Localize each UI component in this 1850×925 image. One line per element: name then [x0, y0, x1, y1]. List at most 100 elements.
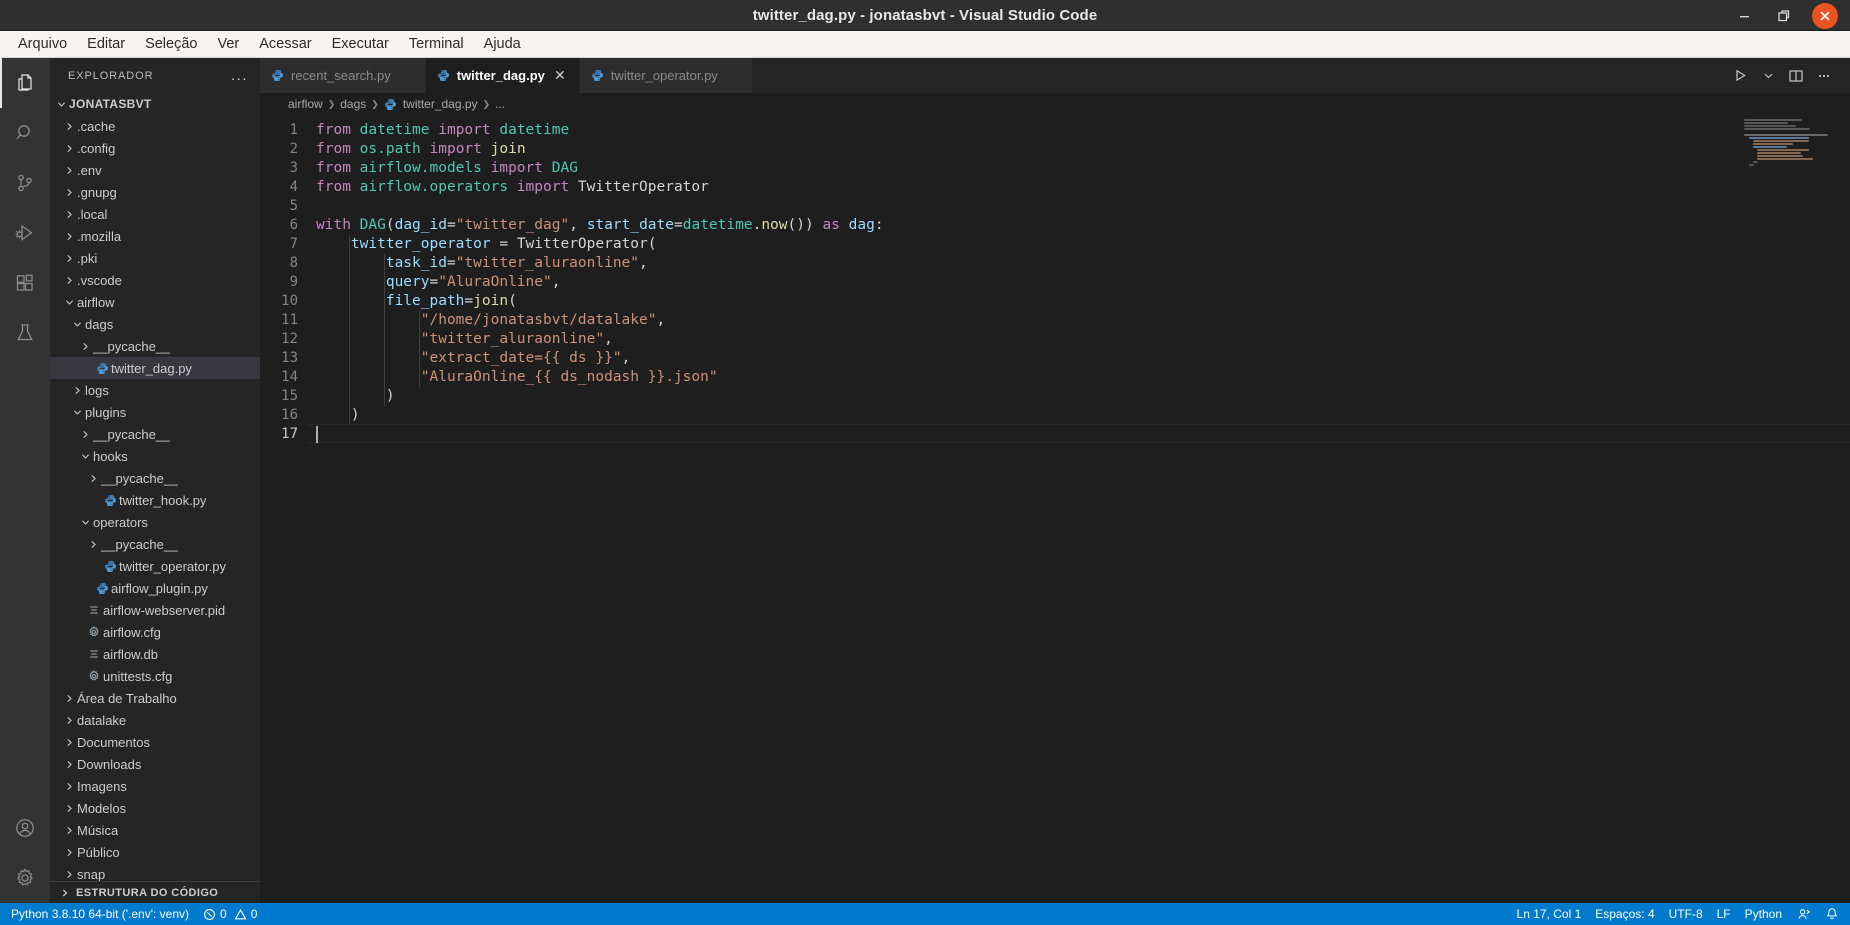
status-end-of-line[interactable]: LF: [1710, 903, 1738, 925]
menu-executar[interactable]: Executar: [322, 33, 399, 55]
close-button[interactable]: [1812, 2, 1838, 29]
tree-row[interactable]: __pycache__: [50, 423, 260, 445]
tree-row[interactable]: datalake: [50, 709, 260, 731]
tree-row[interactable]: .env: [50, 159, 260, 181]
status-notifications-bell-icon[interactable]: [1818, 903, 1846, 925]
tree-row-label: Música: [77, 822, 119, 838]
tree-row[interactable]: __pycache__: [50, 335, 260, 357]
tree-row[interactable]: airflow-webserver.pid: [50, 599, 260, 621]
tree-row[interactable]: twitter_dag.py: [50, 357, 260, 379]
settings-gear-icon[interactable]: [0, 853, 50, 903]
tree-row[interactable]: snap: [50, 863, 260, 881]
editor-tab[interactable]: twitter_operator.py: [579, 58, 753, 93]
minimap[interactable]: [1744, 119, 1836, 179]
menu-ajuda[interactable]: Ajuda: [474, 33, 531, 55]
run-and-debug-icon[interactable]: [0, 208, 50, 258]
tree-row[interactable]: .mozilla: [50, 225, 260, 247]
breadcrumb-item[interactable]: twitter_dag.py: [403, 97, 478, 111]
tree-row[interactable]: .config: [50, 137, 260, 159]
menu-arquivo[interactable]: Arquivo: [8, 33, 77, 55]
code-token: now: [761, 217, 788, 233]
tree-row-label: __pycache__: [93, 426, 171, 442]
tree-row[interactable]: .cache: [50, 115, 260, 137]
tree-row[interactable]: Música: [50, 819, 260, 841]
code-editor[interactable]: 1 2 3 4 5 6 7 8 9 10 11 12 13 14 15 16 17 from datetime …: [260, 115, 1850, 903]
editor-scrollbar[interactable]: [1836, 115, 1850, 903]
tree-row[interactable]: twitter_operator.py: [50, 555, 260, 577]
testing-icon[interactable]: [0, 308, 50, 358]
chevron-right-icon: [78, 429, 93, 440]
line-number: 14: [281, 369, 298, 385]
menu-editar[interactable]: Editar: [77, 33, 135, 55]
tree-row[interactable]: unittests.cfg: [50, 665, 260, 687]
extensions-icon[interactable]: [0, 258, 50, 308]
tree-row-label: .pki: [77, 250, 98, 266]
chevron-down-icon: [78, 517, 93, 528]
outline-panel-header[interactable]: ESTRUTURA DO CÓDIGO: [50, 881, 260, 903]
code-content[interactable]: from datetime import datetime from os.pat…: [308, 115, 1850, 903]
menu-terminal[interactable]: Terminal: [399, 33, 474, 55]
tree-row[interactable]: .vscode: [50, 269, 260, 291]
line-number: 1: [289, 122, 298, 138]
tree-row[interactable]: airflow.db: [50, 643, 260, 665]
status-cursor-position[interactable]: Ln 17, Col 1: [1510, 903, 1589, 925]
tree-row[interactable]: __pycache__: [50, 467, 260, 489]
tree-row[interactable]: hooks: [50, 445, 260, 467]
chevron-right-icon: [70, 385, 85, 396]
editor-tab[interactable]: recent_search.py: [260, 58, 426, 93]
tree-row[interactable]: .pki: [50, 247, 260, 269]
search-icon[interactable]: [0, 108, 50, 158]
chevron-right-icon: [62, 143, 77, 154]
tree-row-label: .env: [77, 162, 102, 178]
breadcrumb-item[interactable]: dags: [340, 97, 366, 111]
tree-row[interactable]: dags: [50, 313, 260, 335]
menu-selecao[interactable]: Seleção: [135, 33, 207, 55]
close-icon[interactable]: ✕: [552, 67, 568, 84]
tree-row[interactable]: Documentos: [50, 731, 260, 753]
breadcrumb-item[interactable]: ...: [495, 97, 505, 111]
tree-row[interactable]: airflow_plugin.py: [50, 577, 260, 599]
run-chevron-down-icon[interactable]: [1754, 58, 1782, 93]
tree-row[interactable]: .gnupg: [50, 181, 260, 203]
menu-acessar[interactable]: Acessar: [249, 33, 321, 55]
source-control-icon[interactable]: [0, 158, 50, 208]
tree-row[interactable]: twitter_hook.py: [50, 489, 260, 511]
status-python-interpreter[interactable]: Python 3.8.10 64-bit ('.env': venv): [4, 903, 196, 925]
menu-ver[interactable]: Ver: [207, 33, 249, 55]
tree-row[interactable]: .local: [50, 203, 260, 225]
code-token: DAG: [359, 217, 386, 233]
tree-row[interactable]: Downloads: [50, 753, 260, 775]
status-feedback-icon[interactable]: [1789, 903, 1818, 925]
tree-root-row[interactable]: JONATASBVT: [50, 93, 260, 115]
chevron-right-icon: [62, 781, 77, 792]
editor-tab[interactable]: twitter_dag.py ✕: [425, 58, 580, 93]
account-icon[interactable]: [0, 803, 50, 853]
minimize-button[interactable]: [1724, 0, 1764, 31]
code-token: datetime: [359, 122, 430, 138]
split-editor-right-icon[interactable]: [1782, 58, 1810, 93]
code-token: import: [438, 122, 491, 138]
tree-row[interactable]: Modelos: [50, 797, 260, 819]
tree-row[interactable]: Área de Trabalho: [50, 687, 260, 709]
tree-row[interactable]: Imagens: [50, 775, 260, 797]
maximize-button[interactable]: [1764, 0, 1804, 31]
explorer-icon[interactable]: [0, 58, 50, 108]
status-encoding[interactable]: UTF-8: [1662, 903, 1710, 925]
status-problems[interactable]: 0 0: [196, 903, 264, 925]
more-actions-icon[interactable]: [1810, 58, 1838, 93]
tree-row[interactable]: logs: [50, 379, 260, 401]
tree-row[interactable]: Público: [50, 841, 260, 863]
run-python-file-icon[interactable]: [1726, 58, 1754, 93]
tree-row[interactable]: airflow: [50, 291, 260, 313]
breadcrumb-separator-icon: ❯: [482, 98, 491, 109]
tree-row[interactable]: airflow.cfg: [50, 621, 260, 643]
status-language-mode[interactable]: Python: [1738, 903, 1789, 925]
tree-row[interactable]: operators: [50, 511, 260, 533]
explorer-more-actions-icon[interactable]: ...: [231, 68, 248, 83]
tree-row[interactable]: plugins: [50, 401, 260, 423]
breadcrumb-item[interactable]: airflow: [288, 97, 323, 111]
status-indentation[interactable]: Espaços: 4: [1588, 903, 1661, 925]
tree-row[interactable]: __pycache__: [50, 533, 260, 555]
menu-bar: Arquivo Editar Seleção Ver Acessar Execu…: [0, 31, 1850, 58]
tree-row-label: airflow-webserver.pid: [103, 602, 226, 618]
